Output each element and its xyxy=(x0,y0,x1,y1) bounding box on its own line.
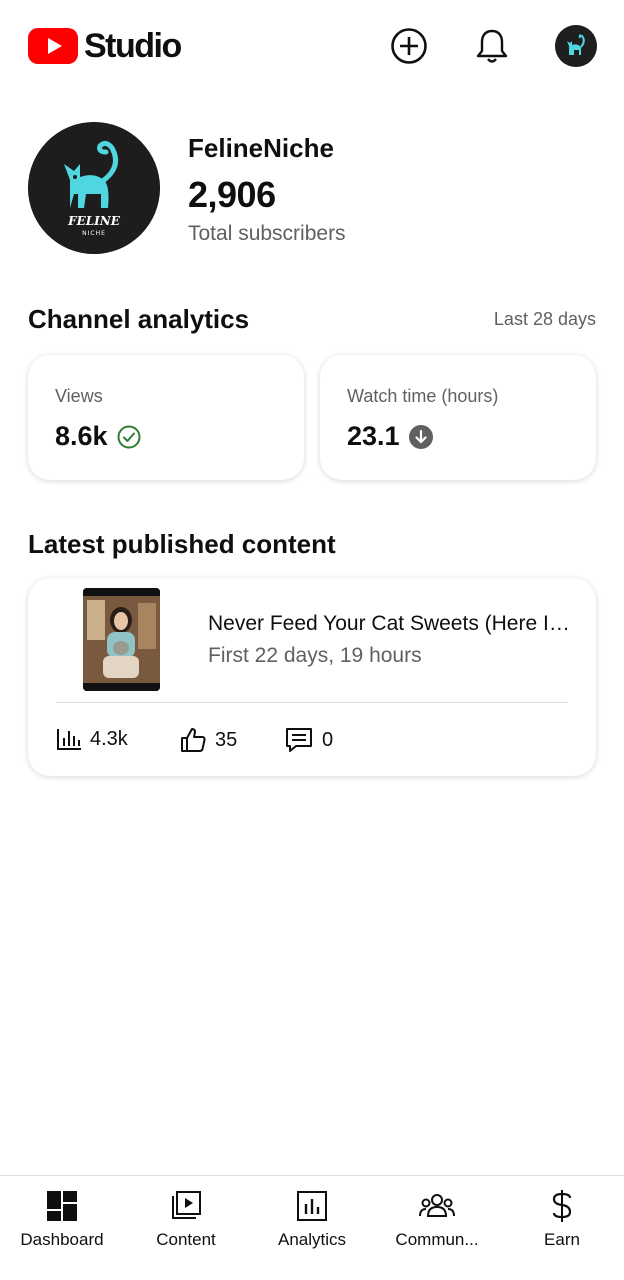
community-icon xyxy=(419,1194,455,1217)
bottom-navigation: Dashboard Content Analytics Commun... Ea… xyxy=(0,1175,624,1280)
create-plus-icon xyxy=(391,28,427,64)
comment-icon xyxy=(286,728,312,752)
latest-content-title: Latest published content xyxy=(28,529,336,559)
nav-analytics-label: Analytics xyxy=(277,1230,347,1249)
channel-name: FelineNiche xyxy=(188,133,334,163)
watch-time-label: Watch time (hours) xyxy=(347,386,499,406)
cat-logo-icon: FELINE NICHE xyxy=(28,122,160,254)
latest-video-card[interactable]: Never Feed Your Cat Sweets (Here Is Why)… xyxy=(28,578,596,776)
nav-content-label: Content xyxy=(156,1230,216,1249)
comments-count: 0 xyxy=(322,728,334,751)
avatar-brand-subtext: NICHE xyxy=(82,230,106,237)
video-age: First 22 days, 19 hours xyxy=(208,644,422,667)
bell-icon xyxy=(476,29,508,63)
content-icon xyxy=(172,1191,201,1219)
dashboard-icon xyxy=(47,1191,77,1221)
views-value: 8.6k xyxy=(55,421,108,451)
nav-dashboard-label: Dashboard xyxy=(20,1230,104,1249)
watch-time-value: 23.1 xyxy=(347,421,400,451)
analytics-period: Last 28 days xyxy=(493,309,596,329)
video-thumbnail[interactable] xyxy=(83,588,160,691)
nav-earn[interactable]: Earn xyxy=(512,1176,612,1276)
likes-count: 35 xyxy=(215,728,238,751)
views-label: Views xyxy=(55,386,103,406)
youtube-logo-icon xyxy=(28,28,78,64)
card-divider xyxy=(56,702,568,703)
top-app-bar: Studio xyxy=(0,0,624,96)
notifications-button[interactable] xyxy=(472,26,512,66)
subscriber-count: 2,906 xyxy=(188,174,276,215)
subscriber-label: Total subscribers xyxy=(188,222,346,245)
watch-time-card[interactable]: Watch time (hours) 23.1 xyxy=(320,355,596,480)
video-title[interactable]: Never Feed Your Cat Sweets (Here Is Why) xyxy=(208,612,578,636)
dollar-icon xyxy=(552,1190,572,1222)
video-comments-stat: 0 xyxy=(284,726,333,754)
nav-analytics[interactable]: Analytics xyxy=(262,1176,362,1276)
channel-avatar[interactable]: FELINE NICHE xyxy=(28,122,160,254)
nav-content[interactable]: Content xyxy=(136,1176,236,1276)
create-button[interactable] xyxy=(389,26,429,66)
video-views-stat: 4.3k xyxy=(56,726,128,752)
analytics-icon xyxy=(297,1191,327,1221)
nav-dashboard[interactable]: Dashboard xyxy=(12,1176,112,1276)
arrow-down-circle-icon xyxy=(408,424,434,450)
avatar-brand-text: FELINE xyxy=(67,214,121,228)
studio-logo[interactable]: Studio xyxy=(28,27,182,65)
analytics-section-title: Channel analytics xyxy=(28,304,250,334)
views-card[interactable]: Views 8.6k xyxy=(28,355,304,480)
nav-earn-label: Earn xyxy=(544,1230,580,1249)
thumbs-up-icon xyxy=(181,728,206,752)
video-likes-stat: 35 xyxy=(179,726,237,754)
cat-logo-icon xyxy=(555,25,597,67)
nav-community[interactable]: Commun... xyxy=(387,1176,487,1276)
bar-chart-icon xyxy=(57,729,81,750)
account-avatar[interactable] xyxy=(555,25,597,67)
logo-text: Studio xyxy=(84,27,182,65)
views-count: 4.3k xyxy=(90,727,128,750)
check-circle-icon xyxy=(116,424,142,450)
nav-community-label: Commun... xyxy=(395,1230,479,1249)
